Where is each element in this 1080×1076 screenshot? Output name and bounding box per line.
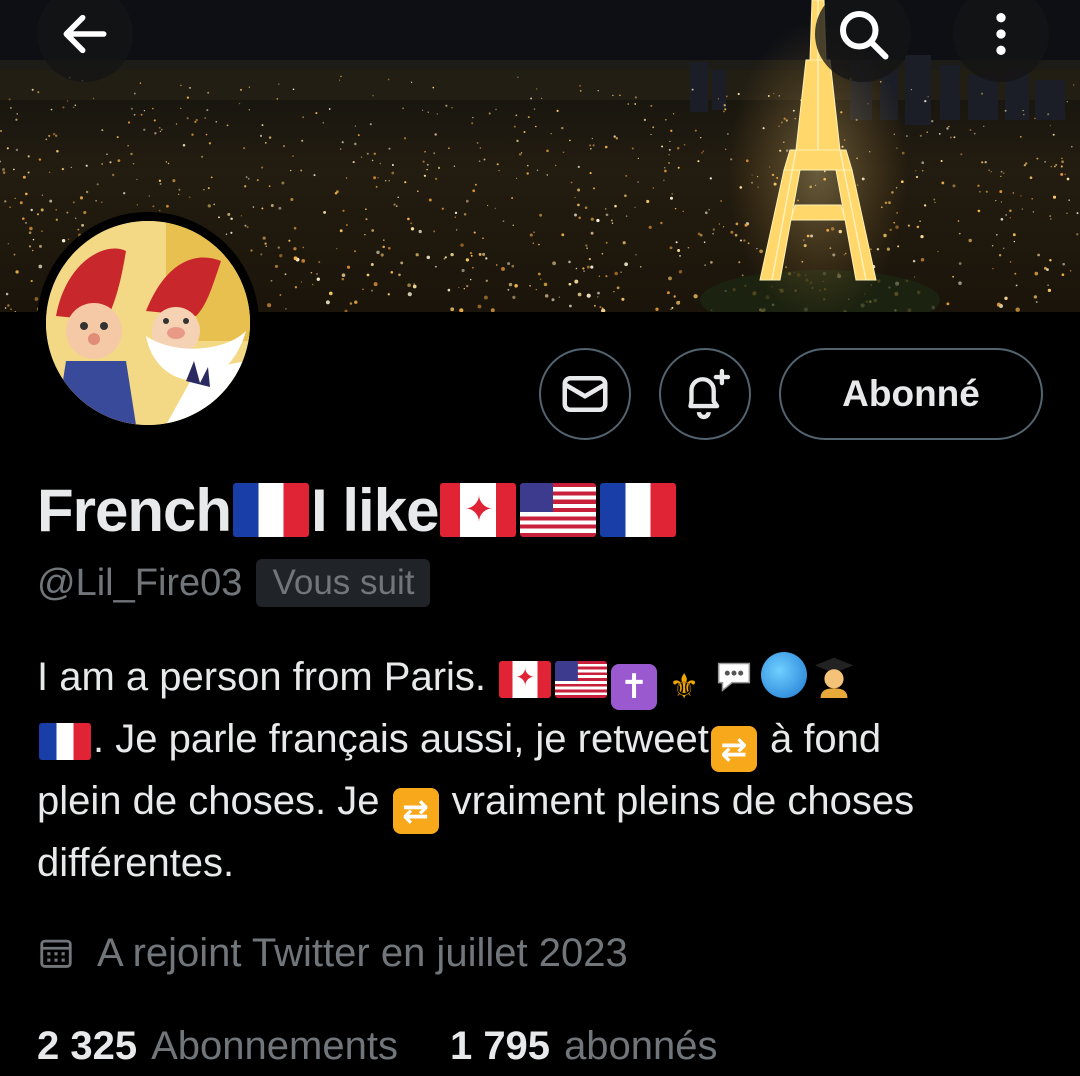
message-button[interactable]: [539, 348, 631, 440]
bio-line-3: plein de choses. Je: [37, 779, 391, 823]
mail-icon: [562, 376, 608, 412]
followers-link[interactable]: 1 795 abonnés: [450, 1024, 718, 1069]
france-flag-icon: [600, 483, 677, 537]
arrow-left-icon: [63, 14, 107, 54]
display-name-part-1: French: [37, 476, 232, 544]
more-vertical-icon: [996, 13, 1006, 55]
canada-flag-icon: [499, 660, 552, 698]
following-count: 2 325: [37, 1023, 138, 1068]
bio-line-2-rest: à fond: [758, 717, 882, 761]
followers-count: 1 795: [449, 1023, 551, 1068]
handle-row: @Lil_Fire03 Vous suit: [37, 556, 431, 610]
follow-stats: 2 325 Abonnements 1 795 abonnés: [37, 1016, 718, 1076]
joined-text: A rejoint Twitter en juillet 2023: [97, 930, 628, 975]
repeat-icon: ⇄: [710, 726, 757, 772]
student-icon: [811, 652, 857, 698]
bio-line-4: différentes.: [37, 841, 235, 885]
france-flag-icon: [233, 483, 310, 537]
bio-line-3-rest: vraiment pleins de choses: [440, 779, 915, 823]
usa-flag-icon: [555, 660, 608, 698]
following-button[interactable]: Abonné: [779, 348, 1043, 440]
display-name: French I like: [37, 470, 678, 550]
calendar-icon: [40, 939, 72, 968]
avatar-image: [46, 221, 250, 425]
fleur-de-lis-icon: ⚜: [668, 668, 700, 706]
user-handle: @Lil_Fire03: [37, 561, 243, 604]
notify-button[interactable]: [659, 348, 751, 440]
follows-you-badge: Vous suit: [256, 559, 431, 607]
joined-date: A rejoint Twitter en juillet 2023: [37, 924, 628, 982]
display-name-part-2: I like: [311, 476, 439, 544]
following-label: Abonnements: [151, 1023, 398, 1068]
profile-bio: I am a person from Paris. ✝ ⚜ . Je parle …: [37, 648, 1047, 894]
latin-cross-icon: ✝: [611, 664, 658, 710]
bio-line-1: I am a person from Paris.: [37, 655, 498, 699]
avatar[interactable]: [37, 212, 259, 434]
bio-line-2: . Je parle français aussi, je retweet: [93, 717, 709, 761]
followers-label: abonnés: [564, 1023, 718, 1068]
speech-bubble-icon: [711, 652, 757, 698]
france-flag-icon: [39, 722, 91, 760]
globe-icon: [761, 652, 808, 698]
repeat-icon: ⇄: [392, 788, 439, 834]
usa-flag-icon: [520, 483, 597, 537]
following-button-label: Abonné: [842, 373, 980, 414]
bell-plus-icon: [688, 368, 731, 420]
canada-flag-icon: [440, 483, 517, 537]
search-icon: [840, 11, 889, 60]
following-link[interactable]: 2 325 Abonnements: [37, 1024, 398, 1069]
